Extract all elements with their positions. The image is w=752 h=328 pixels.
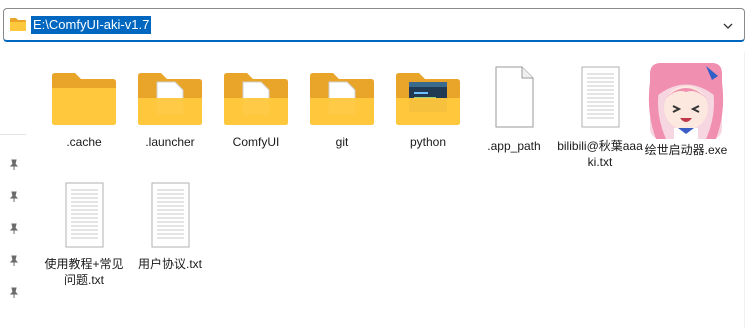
file-item-cache[interactable]: .cache — [41, 70, 127, 150]
pin-icon[interactable] — [8, 222, 20, 240]
file-name: ComfyUI — [232, 135, 280, 149]
folder-icon — [138, 73, 202, 125]
folder-icon — [9, 17, 27, 37]
file-icon — [495, 66, 534, 128]
file-name: 绘世启动器.exe — [644, 143, 728, 157]
text-file-icon — [65, 182, 104, 248]
file-item-tutorial-txt[interactable]: 使用教程+常见问题.txt — [41, 182, 127, 288]
address-bar[interactable]: E:\ComfyUI-aki-v1.7 — [3, 8, 745, 42]
file-name: bilibili@秋葉aaaki.txt — [557, 139, 643, 169]
file-item-launcher[interactable]: .launcher — [127, 70, 213, 150]
file-item-python[interactable]: python — [385, 70, 471, 150]
file-name: .cache — [66, 135, 102, 149]
file-item-launcher-exe[interactable]: 绘世启动器.exe — [643, 62, 729, 158]
pin-icon[interactable] — [8, 190, 20, 208]
file-item-comfyui[interactable]: ComfyUI — [213, 70, 299, 150]
divider — [0, 134, 26, 135]
text-file-icon — [151, 182, 190, 248]
folder-icon — [224, 73, 288, 125]
folder-icon — [310, 73, 374, 125]
pin-icon[interactable] — [8, 254, 20, 272]
file-name: 用户协议.txt — [137, 257, 202, 271]
address-path[interactable]: E:\ComfyUI-aki-v1.7 — [31, 16, 152, 34]
pin-icon[interactable] — [8, 286, 20, 304]
folder-icon — [52, 73, 116, 125]
navigation-pane — [0, 52, 26, 328]
file-name: .launcher — [145, 135, 195, 149]
file-name: git — [335, 135, 349, 149]
pin-icon[interactable] — [8, 158, 20, 176]
file-item-git[interactable]: git — [299, 70, 385, 150]
file-name: python — [409, 135, 447, 149]
file-name: .app_path — [487, 139, 541, 153]
file-item-agreement-txt[interactable]: 用户协议.txt — [127, 182, 213, 272]
file-item-app-path[interactable]: .app_path — [471, 66, 557, 154]
file-name: 使用教程+常见问题.txt — [44, 257, 124, 287]
file-item-bilibili-txt[interactable]: bilibili@秋葉aaaki.txt — [557, 66, 643, 170]
scrollbar[interactable] — [744, 52, 752, 328]
text-file-icon — [581, 66, 620, 128]
folder-icon — [396, 73, 460, 125]
chevron-down-icon[interactable] — [722, 19, 734, 37]
anime-app-icon — [648, 63, 724, 139]
